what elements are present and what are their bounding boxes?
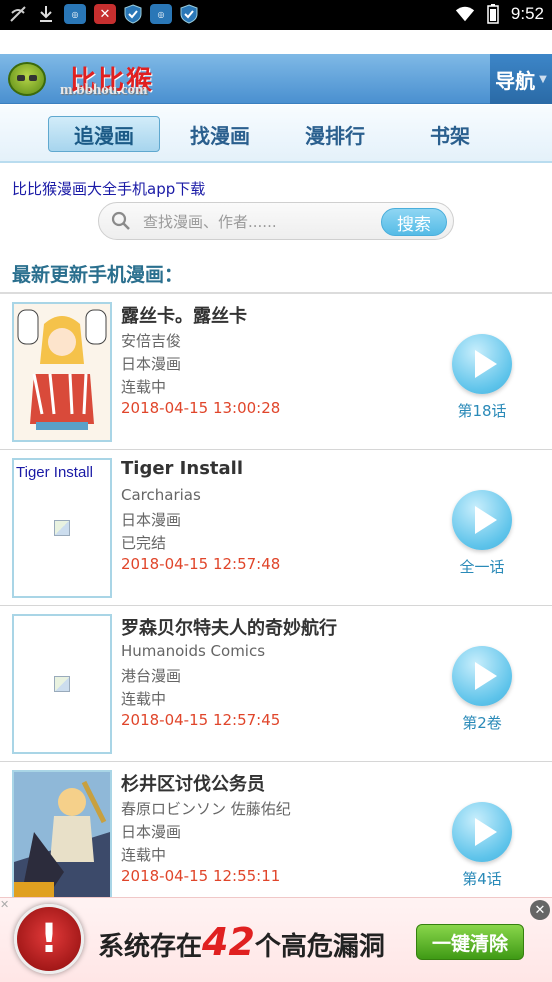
play-icon[interactable]	[452, 490, 512, 550]
comic-region: 港台漫画	[121, 667, 182, 685]
comic-author: Carcharias	[121, 486, 201, 504]
comic-episode[interactable]: 第18话	[430, 400, 534, 421]
wifi-off-icon	[8, 4, 28, 24]
main-tabs: 追漫画 找漫画 漫排行 书架	[0, 105, 552, 163]
list-item: 罗森贝尔特夫人的奇妙航行 Humanoids Comics 港台漫画 连载中 2…	[0, 606, 552, 762]
search-bar: 搜索	[98, 202, 454, 240]
comic-updated: 2018-04-15 12:55:11	[121, 867, 281, 885]
tab-find-comics[interactable]: 找漫画	[170, 116, 270, 152]
comic-cover[interactable]: Tiger Install	[12, 458, 112, 598]
comic-author: 春原ロビンソン 佐藤佑纪	[121, 800, 291, 818]
broken-image-icon	[54, 520, 70, 536]
comic-region: 日本漫画	[121, 511, 182, 529]
site-header: 比比猴 m.bbhou.com 导航 ▼	[0, 54, 552, 104]
comic-region: 日本漫画	[121, 823, 182, 841]
close-icon[interactable]: ✕	[530, 900, 550, 920]
tab-follow-comics[interactable]: 追漫画	[48, 116, 160, 152]
monkey-logo-icon[interactable]	[8, 62, 46, 96]
shield-icon	[124, 4, 142, 24]
clock: 9:52	[510, 4, 544, 23]
comic-status: 连载中	[121, 378, 167, 396]
ad-message: 系统存在42个高危漏洞	[98, 920, 385, 964]
comic-region: 日本漫画	[121, 355, 182, 373]
app-badge-icon: ◎	[64, 4, 86, 24]
list-item: 露丝卡。露丝卡 安倍吉俊 日本漫画 连载中 2018-04-15 13:00:2…	[0, 294, 552, 450]
comic-author: Humanoids Comics	[121, 642, 266, 660]
comic-title[interactable]: 杉井区讨伐公务员	[121, 770, 265, 796]
comic-cover[interactable]	[12, 302, 112, 442]
play-icon[interactable]	[452, 802, 512, 862]
download-icon	[36, 4, 56, 24]
ad-number: 42	[202, 920, 255, 964]
ad-text-after: 个高危漏洞	[254, 932, 385, 962]
cover-illustration	[14, 772, 110, 908]
x-badge-icon: ✕	[94, 4, 116, 24]
comic-updated: 2018-04-15 12:57:45	[121, 711, 281, 729]
logo-url[interactable]: m.bbhou.com	[60, 82, 148, 99]
app-download-link[interactable]: 比比猴漫画大全手机app下载	[12, 178, 205, 199]
comic-updated: 2018-04-15 13:00:28	[121, 399, 281, 417]
search-button[interactable]: 搜索	[381, 208, 447, 236]
search-icon	[111, 211, 131, 231]
system-icons: 9:52	[455, 4, 544, 24]
comic-status: 连载中	[121, 690, 167, 708]
search-input[interactable]	[143, 209, 373, 235]
comic-updated: 2018-04-15 12:57:48	[121, 555, 281, 573]
tab-bookshelf[interactable]: 书架	[400, 116, 500, 152]
comic-episode[interactable]: 全一话	[430, 556, 534, 577]
list-item: Tiger Install Tiger Install Carcharias 日…	[0, 450, 552, 606]
shield-icon	[180, 4, 198, 24]
tab-ranking[interactable]: 漫排行	[285, 116, 385, 152]
list-item: 杉井区讨伐公务员 春原ロビンソン 佐藤佑纪 日本漫画 连载中 2018-04-1…	[0, 762, 552, 918]
section-title: 最新更新手机漫画：	[12, 264, 184, 286]
app-badge-icon: ◎	[150, 4, 172, 24]
ad-banner[interactable]: ✕ ! 系统存在42个高危漏洞 一键清除 ✕	[0, 897, 552, 982]
notification-icons: ◎ ✕ ◎	[8, 4, 198, 24]
comic-author: 安倍吉俊	[121, 332, 182, 350]
caret-down-icon: ▼	[539, 73, 547, 85]
play-icon[interactable]	[452, 646, 512, 706]
comic-title[interactable]: 罗森贝尔特夫人的奇妙航行	[121, 614, 337, 640]
comic-title[interactable]: Tiger Install	[121, 458, 243, 479]
ad-marker-icon: ✕	[0, 898, 10, 911]
battery-icon	[483, 4, 503, 24]
nav-menu-button[interactable]: 导航 ▼	[490, 54, 552, 104]
play-icon[interactable]	[452, 334, 512, 394]
nav-menu-label: 导航	[495, 68, 536, 93]
warning-icon: !	[14, 904, 84, 974]
cover-alt-text: Tiger Install	[16, 464, 93, 481]
comic-status: 连载中	[121, 846, 167, 864]
comic-list: 露丝卡。露丝卡 安倍吉俊 日本漫画 连载中 2018-04-15 13:00:2…	[0, 294, 552, 918]
ad-clean-button[interactable]: 一键清除	[416, 924, 524, 960]
wifi-icon	[455, 4, 475, 24]
comic-episode[interactable]: 第2卷	[430, 712, 534, 733]
cover-illustration	[14, 304, 110, 440]
ad-text-before: 系统存在	[98, 932, 203, 962]
comic-status: 已完结	[121, 534, 167, 552]
status-bar: ◎ ✕ ◎ 9:52	[0, 0, 552, 30]
comic-cover[interactable]	[12, 614, 112, 754]
comic-title[interactable]: 露丝卡。露丝卡	[121, 302, 247, 328]
comic-cover[interactable]	[12, 770, 112, 910]
spacer	[0, 30, 552, 54]
broken-image-icon	[54, 676, 70, 692]
comic-episode[interactable]: 第4话	[430, 868, 534, 889]
